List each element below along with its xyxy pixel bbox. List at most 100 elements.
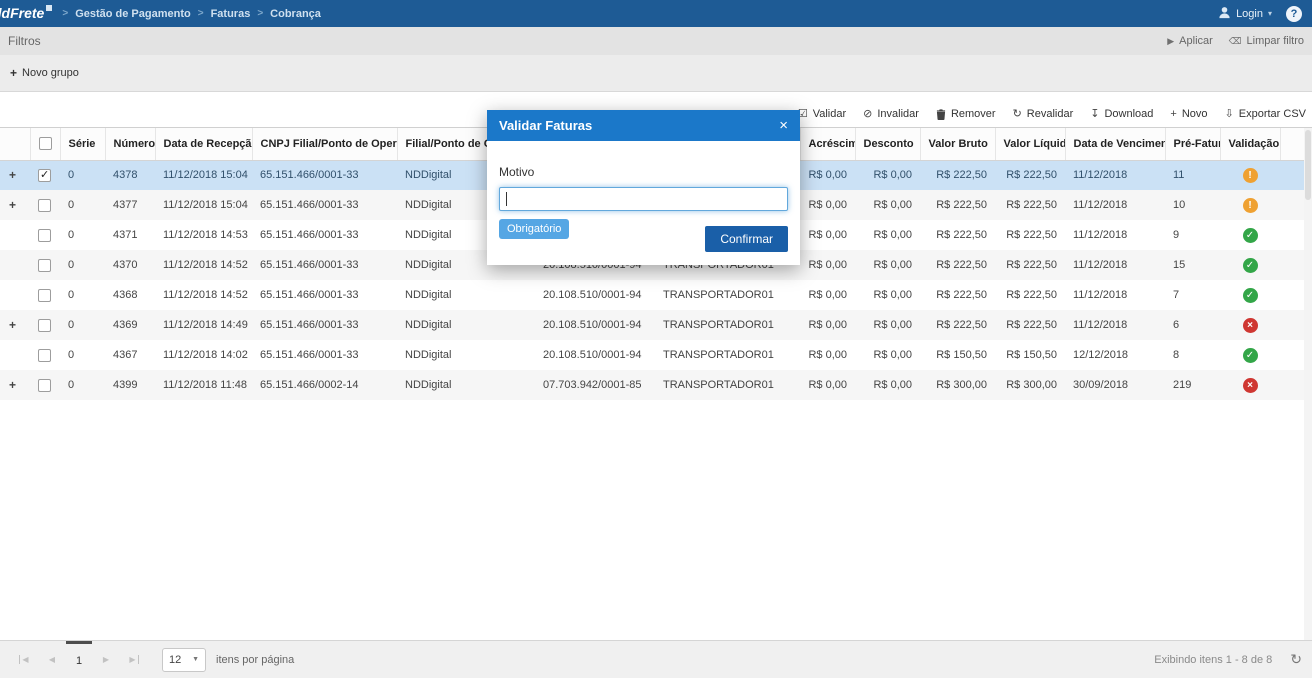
row-checkbox[interactable] — [38, 168, 51, 182]
column-header-vencimento[interactable]: Data de Vencimento — [1064, 128, 1165, 161]
cell-expand: + — [0, 370, 30, 400]
invalidate-button[interactable]: ⊘ Invalidar — [863, 108, 919, 120]
revalidate-button[interactable]: ↻ Revalidar — [1013, 108, 1074, 120]
cell-validacao: × — [1220, 370, 1280, 400]
last-page-button[interactable]: ▶ — [120, 641, 148, 678]
vertical-scrollbar[interactable] — [1304, 128, 1312, 640]
row-checkbox[interactable] — [38, 198, 51, 212]
row-checkbox[interactable] — [38, 288, 51, 302]
column-header-expand — [0, 128, 30, 161]
close-icon[interactable]: × — [779, 118, 788, 133]
row-expand-icon[interactable]: + — [9, 378, 16, 392]
cell-numero: 4369 — [105, 310, 155, 340]
row-checkbox[interactable] — [38, 228, 51, 242]
validate-label: Validar — [812, 108, 847, 120]
cell-acrescimo: R$ 0,00 — [800, 250, 855, 280]
cell-valor-bruto: R$ 150,50 — [936, 349, 987, 361]
cell-valor-liquido: R$ 222,50 — [995, 160, 1065, 190]
row-checkbox[interactable] — [38, 258, 51, 272]
cell-valor-bruto: R$ 222,50 — [920, 250, 995, 280]
column-header-acrescimo[interactable]: Acréscimo — [799, 128, 855, 161]
column-header-select-all[interactable] — [29, 128, 60, 161]
validate-button[interactable]: ☑ Validar — [798, 108, 846, 120]
row-expand-icon[interactable]: + — [9, 168, 16, 182]
cell-pre-fatura: 9 — [1173, 229, 1180, 241]
page-size-dropdown[interactable]: 12 ▼ — [162, 647, 206, 672]
new-group-button[interactable]: + Novo grupo — [10, 66, 79, 80]
new-button[interactable]: + Novo — [1170, 108, 1207, 120]
table-row[interactable]: 0 4368 11/12/2018 14:52 65.151.466/0001-… — [0, 280, 1304, 310]
cell-filler — [1280, 310, 1304, 340]
new-label: Novo — [1181, 108, 1208, 120]
cell-serie: 0 — [60, 370, 105, 400]
eraser-icon: ⌫ — [1228, 35, 1242, 46]
breadcrumb-item-cobranca[interactable]: Cobrança — [270, 8, 321, 20]
column-header-valor-liquido[interactable]: Valor Líquido — [994, 128, 1065, 161]
row-checkbox[interactable] — [38, 378, 51, 392]
cell-valor-bruto: R$ 222,50 — [920, 160, 995, 190]
cell-numero: 4378 — [105, 160, 155, 190]
cell-numero: 4367 — [113, 349, 138, 361]
cell-serie: 0 — [60, 310, 105, 340]
column-header-numero[interactable]: Número — [104, 128, 155, 161]
page-number-button[interactable]: 1 — [66, 640, 92, 678]
first-page-button[interactable]: ◀ — [10, 641, 38, 678]
cell-checkbox — [30, 250, 60, 280]
column-header-filler — [1279, 128, 1304, 161]
table-row[interactable]: 0 4367 11/12/2018 14:02 65.151.466/0001-… — [0, 340, 1304, 370]
breadcrumb-item-faturas[interactable]: Faturas — [211, 8, 251, 20]
confirm-button[interactable]: Confirmar — [705, 226, 788, 252]
apply-filter-button[interactable]: ▶ Aplicar — [1167, 35, 1213, 47]
column-header-serie[interactable]: Série — [59, 128, 105, 161]
column-header-cnpj-filial[interactable]: CNPJ Filial/Ponto de Operação — [251, 128, 397, 161]
cell-serie: 0 — [68, 349, 75, 361]
next-page-button[interactable]: ▶ — [92, 641, 120, 678]
previous-page-button[interactable]: ◀ — [38, 641, 66, 678]
validation-ok-icon: ✓ — [1242, 227, 1258, 243]
cell-pre-fatura: 10 — [1165, 190, 1220, 220]
row-checkbox[interactable] — [38, 348, 51, 362]
cell-numero: 4371 — [113, 229, 138, 241]
help-button[interactable]: ? — [1286, 5, 1302, 22]
cell-vencimento: 11/12/2018 — [1065, 250, 1165, 280]
download-icon: ↧ — [1090, 107, 1100, 120]
modal-header[interactable]: Validar Faturas × — [487, 110, 800, 141]
cell-desconto: R$ 0,00 — [855, 250, 920, 280]
motivo-input[interactable] — [499, 187, 788, 211]
column-header-desconto[interactable]: Desconto — [854, 128, 920, 161]
apply-filter-label: Aplicar — [1179, 35, 1213, 47]
text-cursor — [506, 192, 507, 206]
clear-filter-button[interactable]: ⌫ Limpar filtro — [1229, 35, 1304, 47]
cell-numero: 4370 — [105, 250, 155, 280]
login-menu[interactable]: Login ▾ — [1218, 6, 1272, 22]
app-root: ddFrete > Gestão de Pagamento > Faturas … — [0, 0, 1312, 678]
table-row[interactable]: + 0 4369 11/12/2018 14:49 65.151.466/000… — [0, 310, 1304, 340]
plus-icon: + — [10, 66, 18, 80]
validation-ok-icon: ✓ — [1242, 257, 1258, 273]
download-button[interactable]: ↧ Download — [1090, 108, 1153, 120]
app-logo[interactable]: ddFrete — [0, 0, 53, 27]
row-expand-icon[interactable]: + — [9, 318, 16, 332]
scrollbar-thumb[interactable] — [1305, 130, 1311, 200]
select-all-checkbox[interactable] — [38, 137, 52, 151]
cell-filial: NDDigital — [397, 370, 535, 400]
required-validation-badge: Obrigatório — [499, 219, 570, 239]
cell-valor-liquido: R$ 300,00 — [995, 370, 1065, 400]
cell-acrescimo: R$ 0,00 — [808, 289, 847, 301]
column-header-pre-fatura[interactable]: Pré-Fatura — [1164, 128, 1220, 161]
row-expand-icon[interactable]: + — [9, 198, 16, 212]
column-header-recepcao[interactable]: Data de Recepção↓ — [154, 128, 252, 161]
topbar: ddFrete > Gestão de Pagamento > Faturas … — [0, 0, 1312, 27]
cell-filler — [1280, 220, 1304, 250]
column-header-valor-bruto[interactable]: Valor Bruto — [919, 128, 995, 161]
row-checkbox[interactable] — [38, 318, 51, 332]
refresh-button[interactable]: ↻ — [1290, 651, 1302, 668]
table-row[interactable]: + 0 4399 11/12/2018 11:48 65.151.466/000… — [0, 370, 1304, 400]
cell-cnpj-filial: 65.151.466/0002-14 — [252, 370, 397, 400]
breadcrumb-separator-icon: > — [197, 8, 204, 19]
breadcrumb-item-gestao[interactable]: Gestão de Pagamento — [75, 8, 191, 20]
export-csv-button[interactable]: ⇩ Exportar CSV — [1225, 108, 1306, 120]
download-label: Download — [1104, 108, 1154, 120]
column-header-validacao[interactable]: Validação — [1219, 128, 1280, 161]
remove-button[interactable]: Remover — [936, 108, 996, 120]
